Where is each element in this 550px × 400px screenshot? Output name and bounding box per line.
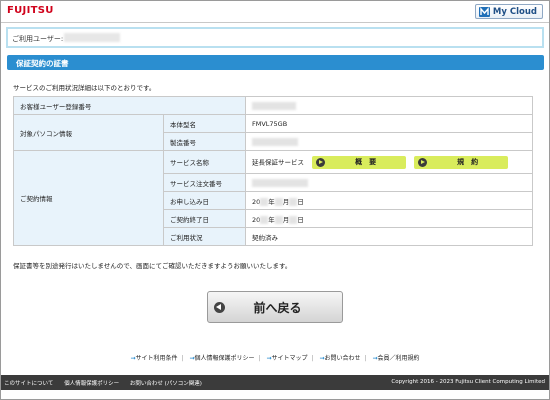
footer-separator: |	[311, 355, 314, 362]
section-title: 保証契約の証書	[16, 59, 69, 68]
footer-link-member-terms[interactable]: 会員／利用規約	[372, 353, 420, 362]
arrow-right-icon	[316, 157, 326, 167]
registration-number-label: お客様ユーザー登録番号	[13, 96, 246, 115]
table-row: ご契約情報 サービス名称 延長保証サービス 概 要 規 約	[13, 150, 533, 246]
copyright: Copyright 2016 - 2023 Fujitsu Client Com…	[391, 379, 545, 385]
footer-link-contact[interactable]: お問い合わせ	[319, 353, 361, 362]
order-number-label: サービス注文番号	[163, 173, 246, 192]
table-row: 対象パソコン情報 本体型名 FMVL75GB	[13, 114, 533, 151]
apply-date-day-unit: 日	[297, 197, 304, 206]
target-pc-label: 対象パソコン情報	[13, 114, 164, 151]
footer-separator: |	[181, 355, 184, 362]
arrow-left-icon	[214, 301, 225, 313]
user-label: ご利用ユーザー:	[12, 35, 64, 43]
mycloud-label: My Cloud	[492, 6, 537, 17]
mycloud-button[interactable]: My Cloud	[474, 4, 543, 19]
terms-button[interactable]: 規 約	[414, 155, 509, 169]
footer-link-terms[interactable]: サイト利用条件	[130, 353, 178, 362]
notice-text: 保証書等を別途発行はいたしませんので、画面にてご確認いただきますようお願いいたし…	[13, 262, 292, 270]
terms-label: 規 約	[457, 158, 479, 166]
apply-date-value: 20 年月日	[245, 191, 533, 210]
service-name-cell: 延長保証サービス 概 要 規 約	[245, 150, 533, 174]
footer-bar: このサイトについて 個人情報保護ポリシー お問い合わせ (パソコン関連) Cop…	[1, 375, 549, 390]
end-date-century: 20	[252, 215, 261, 224]
footer-separator: |	[364, 355, 367, 362]
model-label: 本体型名	[163, 114, 246, 133]
footer-separator: |	[258, 355, 261, 362]
footer-bar-privacy[interactable]: 個人情報保護ポリシー	[64, 381, 119, 387]
apply-date-label: お申し込み日	[163, 191, 246, 210]
user-bar: ご利用ユーザー:	[6, 27, 544, 48]
fujitsu-logo[interactable]: FUJITSU	[7, 5, 54, 16]
apply-date-century: 20	[252, 197, 261, 206]
footer-bar-about[interactable]: このサイトについて	[4, 381, 53, 387]
user-name-redacted	[64, 33, 120, 42]
footer-bar-links: このサイトについて 個人情報保護ポリシー お問い合わせ (パソコン関連)	[4, 379, 211, 387]
section-header: 保証契約の証書	[7, 55, 544, 70]
serial-value	[245, 132, 533, 151]
overview-button[interactable]: 概 要	[312, 155, 407, 169]
model-value: FMVL75GB	[245, 114, 533, 133]
back-button[interactable]: 前へ戻る	[207, 291, 343, 323]
intro-text: サービスのご利用状況詳細は以下のとおりです。	[13, 84, 156, 92]
contract-info-label: ご契約情報	[13, 150, 164, 246]
site-header: FUJITSU My Cloud	[1, 1, 549, 23]
status-value: 契約済み	[245, 227, 533, 246]
serial-label: 製造番号	[163, 132, 246, 151]
table-row: お客様ユーザー登録番号	[13, 96, 533, 115]
end-date-day-unit: 日	[297, 215, 304, 224]
registration-number-value	[245, 96, 533, 115]
status-label: ご利用状況	[163, 227, 246, 246]
mycloud-icon	[478, 6, 490, 17]
arrow-right-icon	[418, 157, 428, 167]
overview-label: 概 要	[355, 158, 377, 166]
contract-table: お客様ユーザー登録番号 対象パソコン情報 本体型名 FMVL75GB 製造番号 …	[13, 96, 533, 246]
footer-link-sitemap[interactable]: サイトマップ	[266, 353, 308, 362]
end-date-value: 20 年月日	[245, 209, 533, 228]
back-button-label: 前へ戻る	[253, 300, 302, 315]
service-name-value: 延長保証サービス	[252, 158, 304, 166]
order-number-value	[245, 173, 533, 192]
footer-link-privacy[interactable]: 個人情報保護ポリシー	[189, 353, 255, 362]
footer-bar-contact[interactable]: お問い合わせ (パソコン関連)	[130, 381, 202, 387]
service-name-label: サービス名称	[163, 150, 246, 174]
footer-links: サイト利用条件| 個人情報保護ポリシー| サイトマップ| お問い合わせ| 会員／…	[0, 353, 550, 362]
end-date-label: ご契約終了日	[163, 209, 246, 228]
